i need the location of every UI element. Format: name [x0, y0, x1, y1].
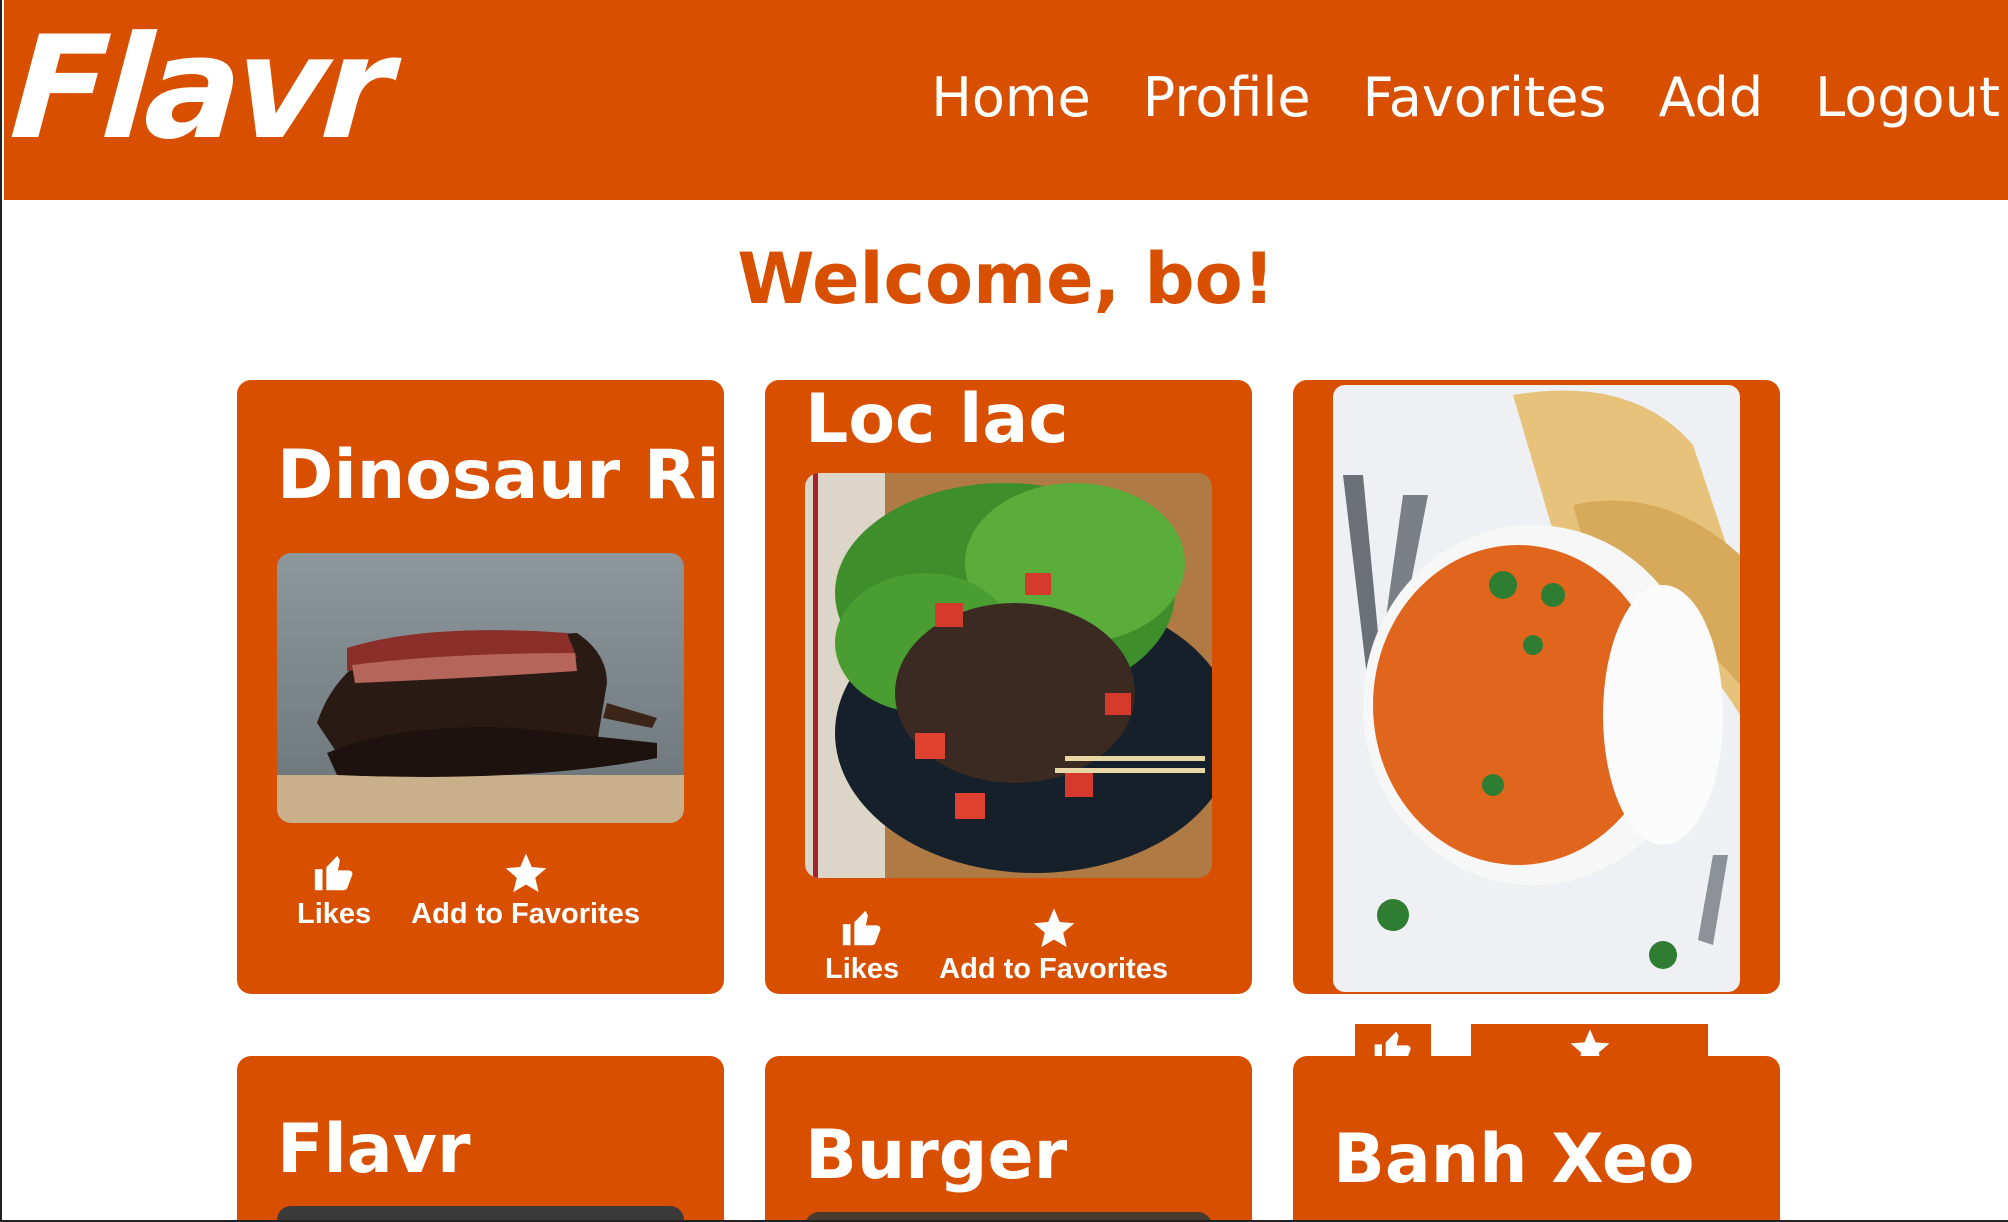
recipe-title[interactable]: Flavr — [277, 1110, 471, 1189]
recipe-image[interactable] — [1333, 385, 1740, 992]
likes-label: Likes — [825, 953, 900, 985]
flavr-logo[interactable]: Flavr — [6, 6, 392, 171]
likes-label: Likes — [297, 898, 372, 930]
recipe-card-burger[interactable]: Burger — [765, 1056, 1252, 1220]
like-button[interactable]: Likes — [825, 905, 899, 986]
browser-viewport: Flavr Home Profile Favorites Add Logout … — [0, 0, 2008, 1222]
recipe-actions: Likes Add to Favorites — [825, 905, 1168, 986]
add-to-favorites-button[interactable]: Add to Favorites — [411, 850, 640, 931]
recipe-image[interactable] — [805, 473, 1212, 878]
recipe-card-banh-xeo[interactable]: Banh Xeo — [1293, 1056, 1780, 1220]
recipe-image[interactable] — [277, 553, 684, 823]
thumbs-up-icon — [842, 910, 881, 946]
nav-add-link[interactable]: Add — [1659, 66, 1764, 131]
recipe-image[interactable] — [277, 1206, 684, 1220]
recipe-card-curry[interactable] — [1293, 380, 1780, 994]
recipe-card-loc-lac[interactable]: Loc lac Likes Add to Favorites — [765, 380, 1252, 994]
main-nav: Home Profile Favorites Add Logout — [879, 66, 2000, 131]
nav-profile-link[interactable]: Profile — [1143, 66, 1311, 131]
recipe-image[interactable] — [805, 1212, 1212, 1220]
nav-home-link[interactable]: Home — [931, 66, 1090, 131]
recipe-card-dinosaur-ribs[interactable]: Dinosaur Ribs — [237, 380, 724, 994]
like-button[interactable]: Likes — [297, 850, 371, 931]
favorites-label: Add to Favorites — [411, 898, 640, 930]
star-icon — [505, 853, 546, 893]
recipe-title[interactable]: Burger — [805, 1116, 1067, 1195]
welcome-heading: Welcome, bo! — [737, 238, 1275, 320]
recipe-actions: Likes Add to Favorites — [297, 850, 640, 931]
star-icon — [1033, 908, 1074, 948]
add-to-favorites-button[interactable]: Add to Favorites — [939, 905, 1168, 986]
recipe-title[interactable]: Loc lac — [805, 380, 1069, 459]
nav-favorites-link[interactable]: Favorites — [1363, 66, 1607, 131]
recipe-card-flavr[interactable]: Flavr — [237, 1056, 724, 1220]
recipe-title[interactable]: Banh Xeo — [1333, 1120, 1695, 1199]
recipe-title[interactable]: Dinosaur Ribs — [277, 436, 724, 515]
thumbs-up-icon — [314, 855, 353, 891]
nav-logout-link[interactable]: Logout — [1815, 66, 2000, 131]
favorites-label: Add to Favorites — [939, 953, 1168, 985]
top-navbar: Flavr Home Profile Favorites Add Logout — [4, 0, 2008, 200]
